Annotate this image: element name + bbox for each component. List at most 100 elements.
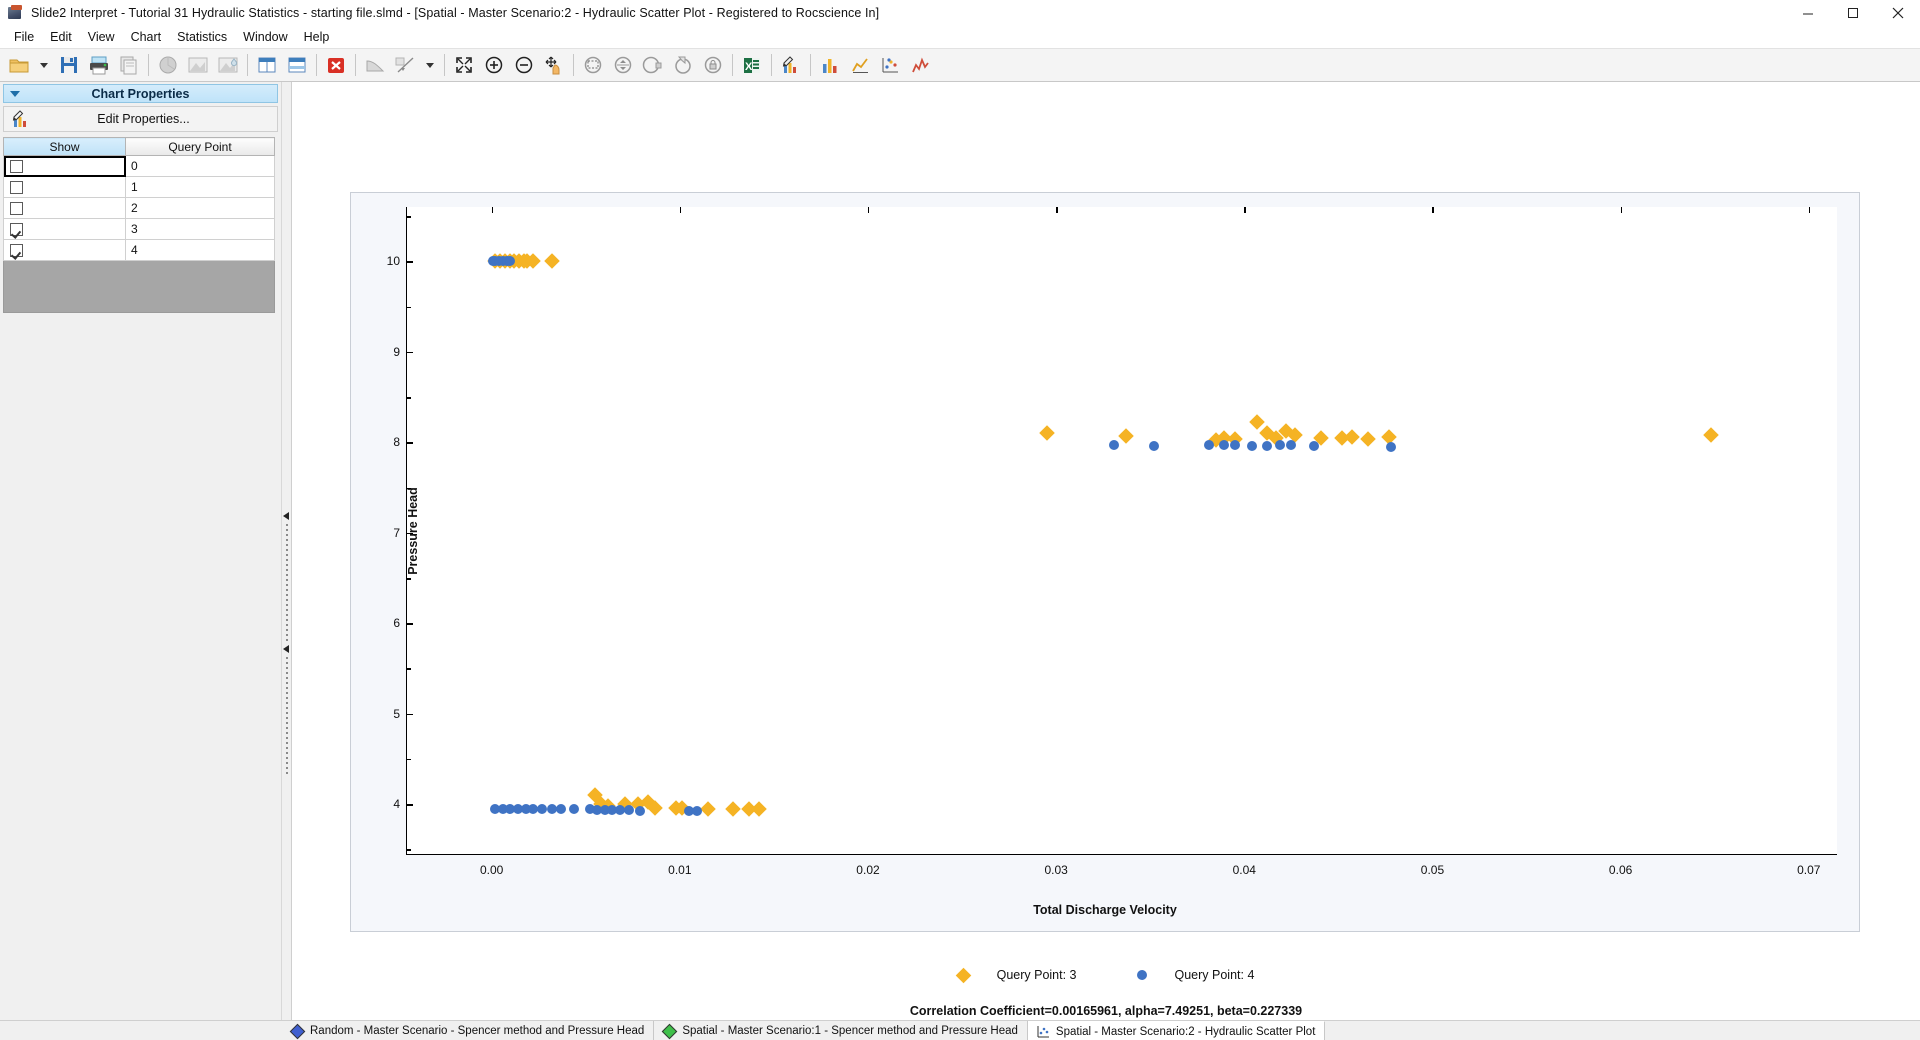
app-icon: [7, 4, 25, 22]
tab-spatial-master-scenario-2[interactable]: Spatial - Master Scenario:2 - Hydraulic …: [1027, 1021, 1326, 1040]
open-folder-icon[interactable]: [4, 50, 34, 80]
tab-spatial-master-scenario-1[interactable]: Spatial - Master Scenario:1 - Spencer me…: [654, 1021, 1028, 1040]
legend-entry-series-1[interactable]: Query Point: 3: [955, 967, 1077, 983]
x-axis-tick-label: 0.05: [1420, 863, 1445, 877]
splitter-arrow-bottom-icon[interactable]: [283, 645, 289, 653]
zoom-lock-icon[interactable]: [698, 50, 728, 80]
minimize-button[interactable]: [1785, 0, 1830, 26]
zoom-vertical-icon[interactable]: [608, 50, 638, 80]
table-row[interactable]: 3: [3, 218, 275, 240]
zoom-window-icon[interactable]: [578, 50, 608, 80]
histogram-chart-icon[interactable]: [905, 50, 935, 80]
tile-horizontal-icon[interactable]: [282, 50, 312, 80]
column-header-show[interactable]: Show: [3, 137, 126, 156]
menu-item-window[interactable]: Window: [235, 28, 295, 46]
table-row[interactable]: 1: [3, 176, 275, 198]
toolbar-separator: [810, 54, 811, 76]
tab-random-master-scenario[interactable]: Random - Master Scenario - Spencer metho…: [282, 1021, 655, 1040]
grid-line-icon[interactable]: [390, 50, 420, 80]
show-checkbox-cell[interactable]: [3, 197, 126, 219]
maximize-button[interactable]: [1830, 0, 1875, 26]
show-checkbox[interactable]: [10, 244, 23, 258]
collapse-caret-icon[interactable]: [10, 91, 20, 97]
data-point-series-2: [1203, 439, 1214, 450]
export-to-excel-icon[interactable]: X: [737, 50, 767, 80]
grid-line-dropdown-caret-icon[interactable]: [420, 50, 440, 80]
y-axis-tick-mark: [407, 351, 413, 354]
correlation-annotation: Correlation Coefficient=0.00165961, alph…: [909, 1004, 1303, 1018]
print-icon[interactable]: [84, 50, 114, 80]
menu-item-file[interactable]: File: [6, 28, 42, 46]
data-point-series-1: [544, 253, 560, 270]
tab-label: Spatial - Master Scenario:2 - Hydraulic …: [1055, 1025, 1316, 1038]
show-checkbox-cell[interactable]: [3, 239, 126, 261]
print-preview-icon[interactable]: [114, 50, 144, 80]
plot-area[interactable]: Pressure Head 4 5 6 7 8 9 10 0.00 0.01 0.02 0.03 0.…: [387, 207, 1837, 877]
open-dropdown-caret-icon[interactable]: [34, 50, 54, 80]
y-axis-tick-label: 9: [393, 344, 400, 359]
slip-surface-icon: [360, 50, 390, 80]
zoom-in-icon[interactable]: [479, 50, 509, 80]
show-checkbox-cell[interactable]: [3, 218, 126, 240]
data-point-series-2: [1386, 441, 1397, 452]
zoom-all-icon[interactable]: [449, 50, 479, 80]
menu-item-view[interactable]: View: [80, 28, 123, 46]
data-point-series-2: [569, 803, 580, 814]
edit-chart-properties-icon[interactable]: [776, 50, 806, 80]
menu-item-chart[interactable]: Chart: [123, 28, 170, 46]
data-point-series-2: [1246, 440, 1257, 451]
y-axis-minor-tick-mark: [407, 578, 411, 580]
window-title: Slide2 Interpret - Tutorial 31 Hydraulic…: [31, 5, 880, 20]
toolbar-separator: [732, 54, 733, 76]
x-axis-tick-label: 0.03: [1044, 863, 1068, 877]
close-window-icon[interactable]: [321, 50, 351, 80]
show-checkbox[interactable]: [10, 223, 23, 237]
line-chart-icon[interactable]: [845, 50, 875, 80]
legend-entry-series-2[interactable]: Query Point: 4: [1136, 968, 1254, 982]
show-checkbox[interactable]: [10, 181, 23, 195]
column-header-query-point[interactable]: Query Point: [125, 137, 275, 156]
data-point-series-1: [724, 800, 741, 817]
close-button[interactable]: [1875, 0, 1920, 26]
tile-vertical-icon[interactable]: [252, 50, 282, 80]
toolbar-separator: [771, 54, 772, 76]
bar-chart-icon[interactable]: [815, 50, 845, 80]
splitter-arrow-top-icon[interactable]: [283, 512, 289, 520]
zoom-out-icon[interactable]: [509, 50, 539, 80]
query-point-value: 4: [125, 239, 275, 261]
chart-properties-header[interactable]: Chart Properties: [3, 84, 278, 103]
table-header-row: Show Query Point: [3, 137, 275, 156]
data-point-series-1: [700, 800, 716, 817]
edit-properties-button[interactable]: Edit Properties...: [3, 106, 278, 132]
data-point-series-2: [1286, 439, 1297, 450]
show-checkbox-cell[interactable]: [3, 176, 126, 198]
chart-canvas: Pressure Head 4 5 6 7 8 9 10 0.00 0.01 0.02 0.03 0.…: [292, 82, 1920, 1020]
chart-frame: Pressure Head 4 5 6 7 8 9 10 0.00 0.01 0.02 0.03 0.…: [350, 192, 1860, 932]
menu-item-edit[interactable]: Edit: [42, 28, 80, 46]
x-axis-label: Total Discharge Velocity: [1033, 903, 1177, 917]
tab-label: Random - Master Scenario - Spencer metho…: [310, 1025, 645, 1037]
panel-splitter[interactable]: [282, 82, 292, 1020]
table-row[interactable]: 2: [3, 197, 275, 219]
toolbar-separator: [316, 54, 317, 76]
y-axis-tick-label: 7: [393, 525, 400, 540]
zoom-previous-icon[interactable]: [668, 50, 698, 80]
table-row[interactable]: 4: [3, 239, 275, 261]
menu-item-statistics[interactable]: Statistics: [169, 28, 235, 46]
scatter-plot-icon[interactable]: [875, 50, 905, 80]
svg-text:X: X: [745, 61, 753, 73]
pan-icon[interactable]: [539, 50, 569, 80]
y-axis-tick-mark: [407, 532, 413, 535]
show-checkbox[interactable]: [10, 160, 23, 174]
show-checkbox[interactable]: [10, 202, 23, 216]
slope-water-icon: [213, 50, 243, 80]
save-icon[interactable]: [54, 50, 84, 80]
table-row[interactable]: 0: [3, 155, 275, 177]
toolbar-separator: [247, 54, 248, 76]
data-point-series-2: [624, 804, 635, 815]
zoom-mouse-icon[interactable]: [638, 50, 668, 80]
data-point-series-2: [556, 803, 567, 814]
show-checkbox-cell[interactable]: [3, 155, 126, 177]
menu-item-help[interactable]: Help: [296, 28, 338, 46]
y-axis-tick-mark: [407, 623, 413, 625]
